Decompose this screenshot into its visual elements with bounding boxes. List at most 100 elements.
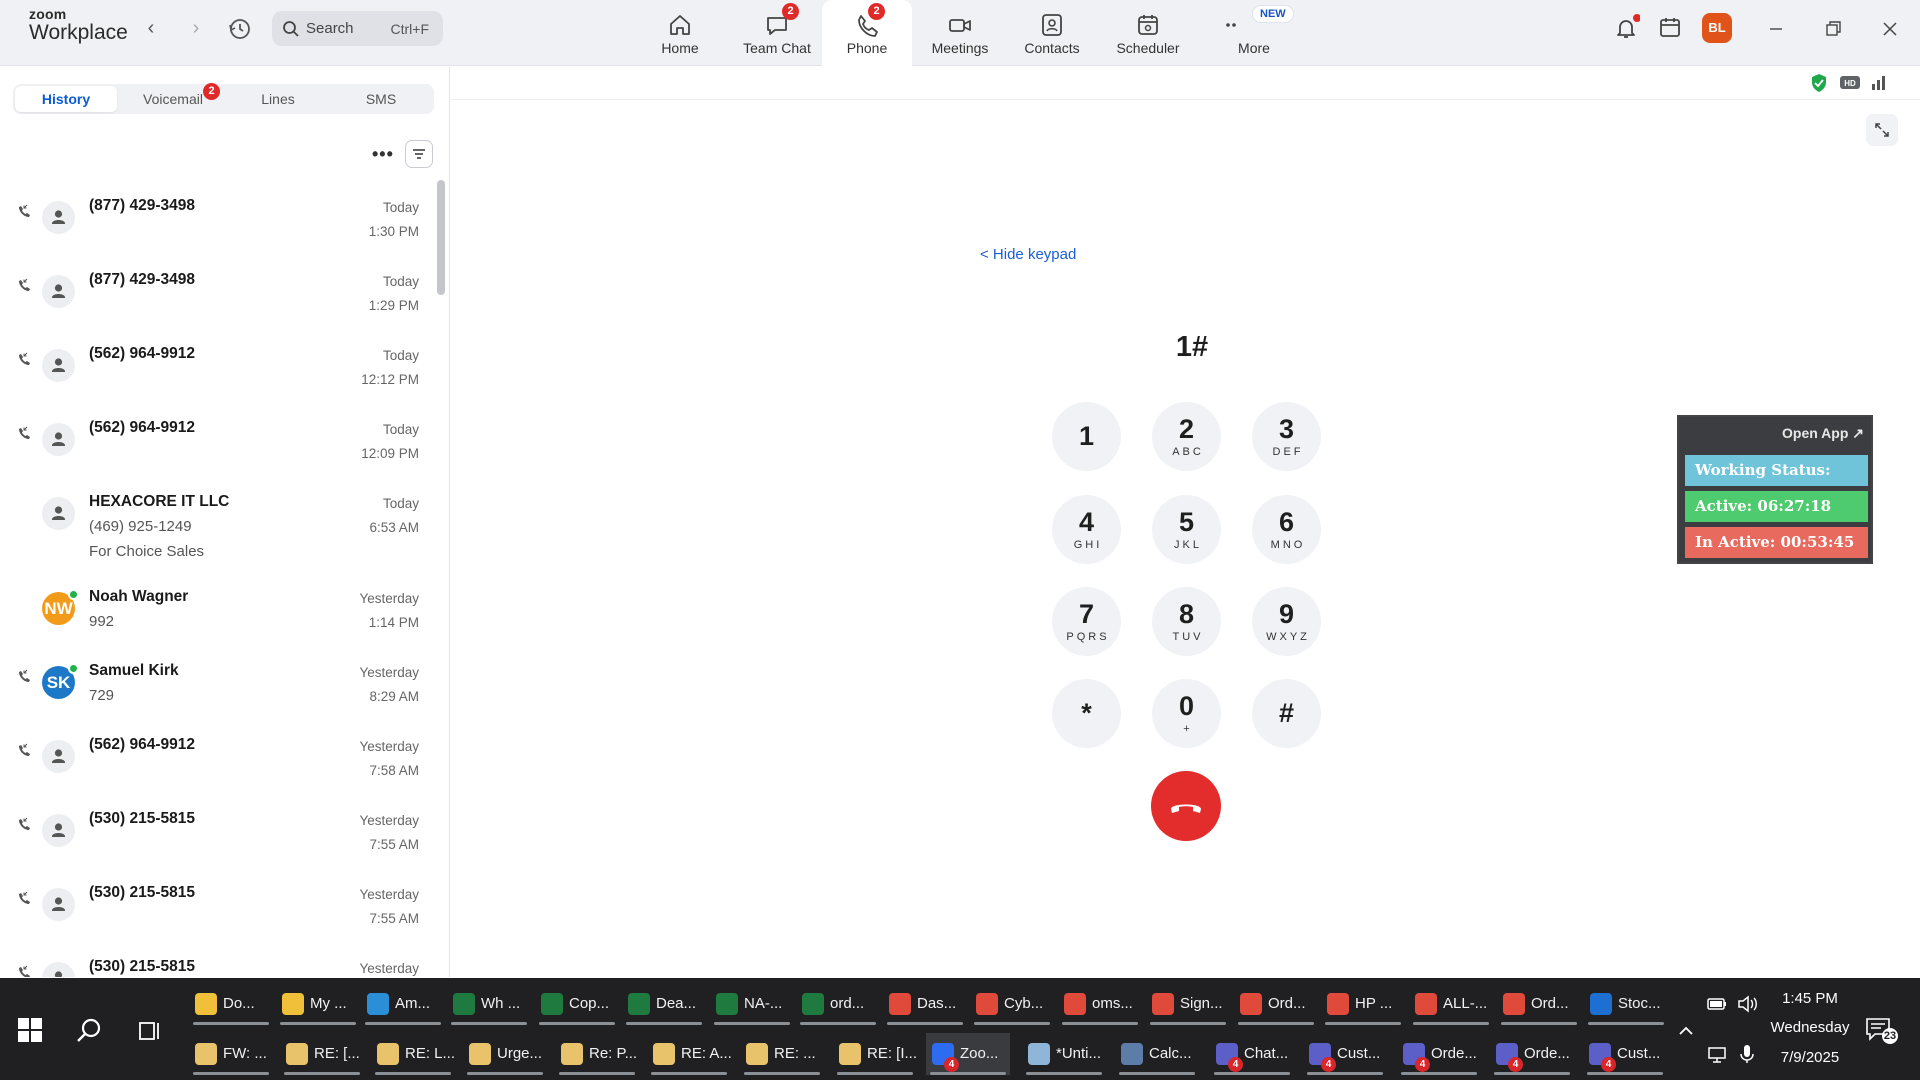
- filter-button[interactable]: [405, 140, 433, 168]
- taskbar-notepad-window[interactable]: *Unti...: [1022, 1033, 1106, 1075]
- keypad-key-9[interactable]: 9 WXYZ: [1252, 587, 1321, 656]
- call-history-row[interactable]: (877) 429-3498 Today 1:30 PM: [0, 182, 430, 256]
- taskbar-teams-window[interactable]: 4 Chat...: [1210, 1033, 1294, 1075]
- clock-day[interactable]: Wednesday: [1768, 1019, 1852, 1036]
- tab-team-chat[interactable]: 2 Team Chat: [732, 0, 822, 66]
- call-history-row[interactable]: (530) 215-5815 Yesterday 7:55 AM: [0, 869, 430, 943]
- call-history-row[interactable]: (530) 215-5815 Yesterday 7:55 AM: [0, 795, 430, 869]
- hangup-button[interactable]: [1151, 771, 1221, 841]
- taskbar-excel-window[interactable]: Dea...: [622, 983, 706, 1025]
- taskbar-mail-window[interactable]: RE: [...: [280, 1033, 364, 1075]
- clock-time[interactable]: 1:45 PM: [1775, 990, 1845, 1007]
- taskbar-chrome-window[interactable]: Cyb...: [970, 983, 1054, 1025]
- taskbar-mail-window[interactable]: Urge...: [463, 1033, 547, 1075]
- taskbar-mail-window[interactable]: RE: ...: [740, 1033, 824, 1075]
- clock-date[interactable]: 7/9/2025: [1775, 1049, 1845, 1066]
- taskbar-chrome-window[interactable]: ALL-...: [1409, 983, 1493, 1025]
- taskbar-folder-window[interactable]: My ...: [276, 983, 360, 1025]
- taskbar-chrome-window[interactable]: Ord...: [1234, 983, 1318, 1025]
- taskbar-search-icon[interactable]: [74, 1016, 104, 1046]
- volume-icon[interactable]: [1736, 993, 1758, 1015]
- taskbar-calculator-window[interactable]: Calc...: [1115, 1033, 1199, 1075]
- search-box[interactable]: Search Ctrl+F: [272, 11, 443, 46]
- keypad-key-7[interactable]: 7 PQRS: [1052, 587, 1121, 656]
- call-history-row[interactable]: (562) 964-9912 Today 12:12 PM: [0, 330, 430, 404]
- contact-avatar-icon: [42, 497, 75, 530]
- keypad-key-2[interactable]: 2 ABC: [1152, 402, 1221, 471]
- taskbar-teams-window[interactable]: 4 Orde...: [1490, 1033, 1574, 1075]
- call-history-row[interactable]: (562) 964-9912 Yesterday 7:58 AM: [0, 721, 430, 795]
- keypad-key-star[interactable]: *: [1052, 679, 1121, 748]
- calendar-status-icon[interactable]: [1656, 14, 1684, 42]
- recent-history-icon[interactable]: [226, 15, 254, 43]
- tab-meetings[interactable]: Meetings: [920, 0, 1000, 66]
- hide-keypad-link[interactable]: < Hide keypad: [980, 246, 1076, 263]
- back-arrow-icon[interactable]: ‹: [140, 17, 162, 39]
- keypad-key-0[interactable]: 0 +: [1152, 679, 1221, 748]
- taskbar-file-explorer-window[interactable]: Do...: [189, 983, 273, 1025]
- subtab-lines[interactable]: Lines: [228, 86, 328, 112]
- taskbar-mail-window[interactable]: RE: [I...: [833, 1033, 917, 1075]
- call-history-row[interactable]: NW Noah Wagner 992 Yesterday 1:14 PM: [0, 573, 430, 647]
- taskbar-mail-window[interactable]: FW: ...: [189, 1033, 273, 1075]
- more-options-icon[interactable]: •••: [372, 144, 394, 165]
- keypad-key-1[interactable]: 1: [1052, 402, 1121, 471]
- taskbar-excel-window[interactable]: Wh ...: [447, 983, 531, 1025]
- battery-icon[interactable]: [1706, 993, 1728, 1015]
- forward-arrow-icon[interactable]: ›: [185, 17, 207, 39]
- call-history-row[interactable]: (562) 964-9912 Today 12:09 PM: [0, 404, 430, 478]
- keypad-key-4[interactable]: 4 GHI: [1052, 495, 1121, 564]
- taskbar-mail-window[interactable]: Re: P...: [555, 1033, 639, 1075]
- key-digit: 7: [1078, 599, 1095, 629]
- microphone-icon[interactable]: [1736, 1043, 1758, 1065]
- tab-more[interactable]: NEW More: [1210, 0, 1314, 66]
- taskbar-chrome-window[interactable]: Ord...: [1497, 983, 1581, 1025]
- restore-icon[interactable]: [1818, 14, 1848, 44]
- task-view-icon[interactable]: [137, 1018, 163, 1044]
- taskbar-teams-window[interactable]: 4 Cust...: [1583, 1033, 1667, 1075]
- subtab-history[interactable]: History: [15, 86, 117, 112]
- keypad-key-8[interactable]: 8 TUV: [1152, 587, 1221, 656]
- taskbar-outlook-window[interactable]: Stoc...: [1584, 983, 1668, 1025]
- taskbar-excel-window[interactable]: ord...: [796, 983, 880, 1025]
- keypad-key-hash[interactable]: #: [1252, 679, 1321, 748]
- keypad-key-6[interactable]: 6 MNO: [1252, 495, 1321, 564]
- tab-contacts[interactable]: Contacts: [1012, 0, 1092, 66]
- taskbar-zoom-window[interactable]: 4 Zoo...: [926, 1033, 1010, 1075]
- open-app-link[interactable]: Open App ↗: [1782, 425, 1864, 442]
- windows-start-icon[interactable]: [18, 1018, 42, 1042]
- taskbar-excel-window[interactable]: Cop...: [535, 983, 619, 1025]
- taskbar-mail-window[interactable]: RE: L...: [371, 1033, 455, 1075]
- running-indicator: [887, 1022, 963, 1025]
- taskbar-edge-window[interactable]: Am...: [361, 983, 445, 1025]
- taskbar-chrome-window[interactable]: Das...: [883, 983, 967, 1025]
- taskbar-mail-window[interactable]: RE: A...: [647, 1033, 732, 1075]
- keypad-key-3[interactable]: 3 DEF: [1252, 402, 1321, 471]
- show-hidden-icons-icon[interactable]: [1675, 1020, 1697, 1042]
- subtab-sms[interactable]: SMS: [331, 86, 431, 112]
- user-avatar[interactable]: BL: [1702, 13, 1732, 43]
- history-scrollbar[interactable]: [437, 180, 445, 295]
- tab-scheduler[interactable]: Scheduler: [1100, 0, 1196, 66]
- taskbar-teams-window[interactable]: 4 Orde...: [1397, 1033, 1481, 1075]
- close-icon[interactable]: [1875, 14, 1905, 44]
- call-history-row[interactable]: SK Samuel Kirk 729 Yesterday 8:29 AM: [0, 647, 430, 721]
- key-letters: +: [1183, 723, 1193, 735]
- keypad-key-5[interactable]: 5 JKL: [1152, 495, 1221, 564]
- network-icon[interactable]: [1706, 1043, 1728, 1065]
- notification-center-button[interactable]: 23: [1865, 1016, 1899, 1046]
- call-history-row[interactable]: HEXACORE IT LLC (469) 925-1249 For Choice …: [0, 478, 430, 560]
- taskbar-teams-window[interactable]: 4 Cust...: [1303, 1033, 1387, 1075]
- minimize-icon[interactable]: [1761, 14, 1791, 44]
- notifications-bell-icon[interactable]: [1612, 14, 1641, 42]
- taskbar-chrome-window[interactable]: HP ...: [1321, 983, 1405, 1025]
- tab-phone[interactable]: 2 Phone: [822, 0, 912, 66]
- taskbar-excel-window[interactable]: NA-...: [710, 983, 794, 1025]
- tab-home[interactable]: Home: [640, 0, 720, 66]
- expand-button[interactable]: [1866, 114, 1898, 146]
- taskbar-chrome-window[interactable]: oms...: [1058, 983, 1142, 1025]
- taskbar-chrome-window[interactable]: Sign...: [1146, 983, 1230, 1025]
- call-history-row[interactable]: (530) 215-5815 Yesterday: [0, 943, 430, 977]
- chrome-icon: [1503, 993, 1525, 1015]
- call-history-row[interactable]: (877) 429-3498 Today 1:29 PM: [0, 256, 430, 330]
